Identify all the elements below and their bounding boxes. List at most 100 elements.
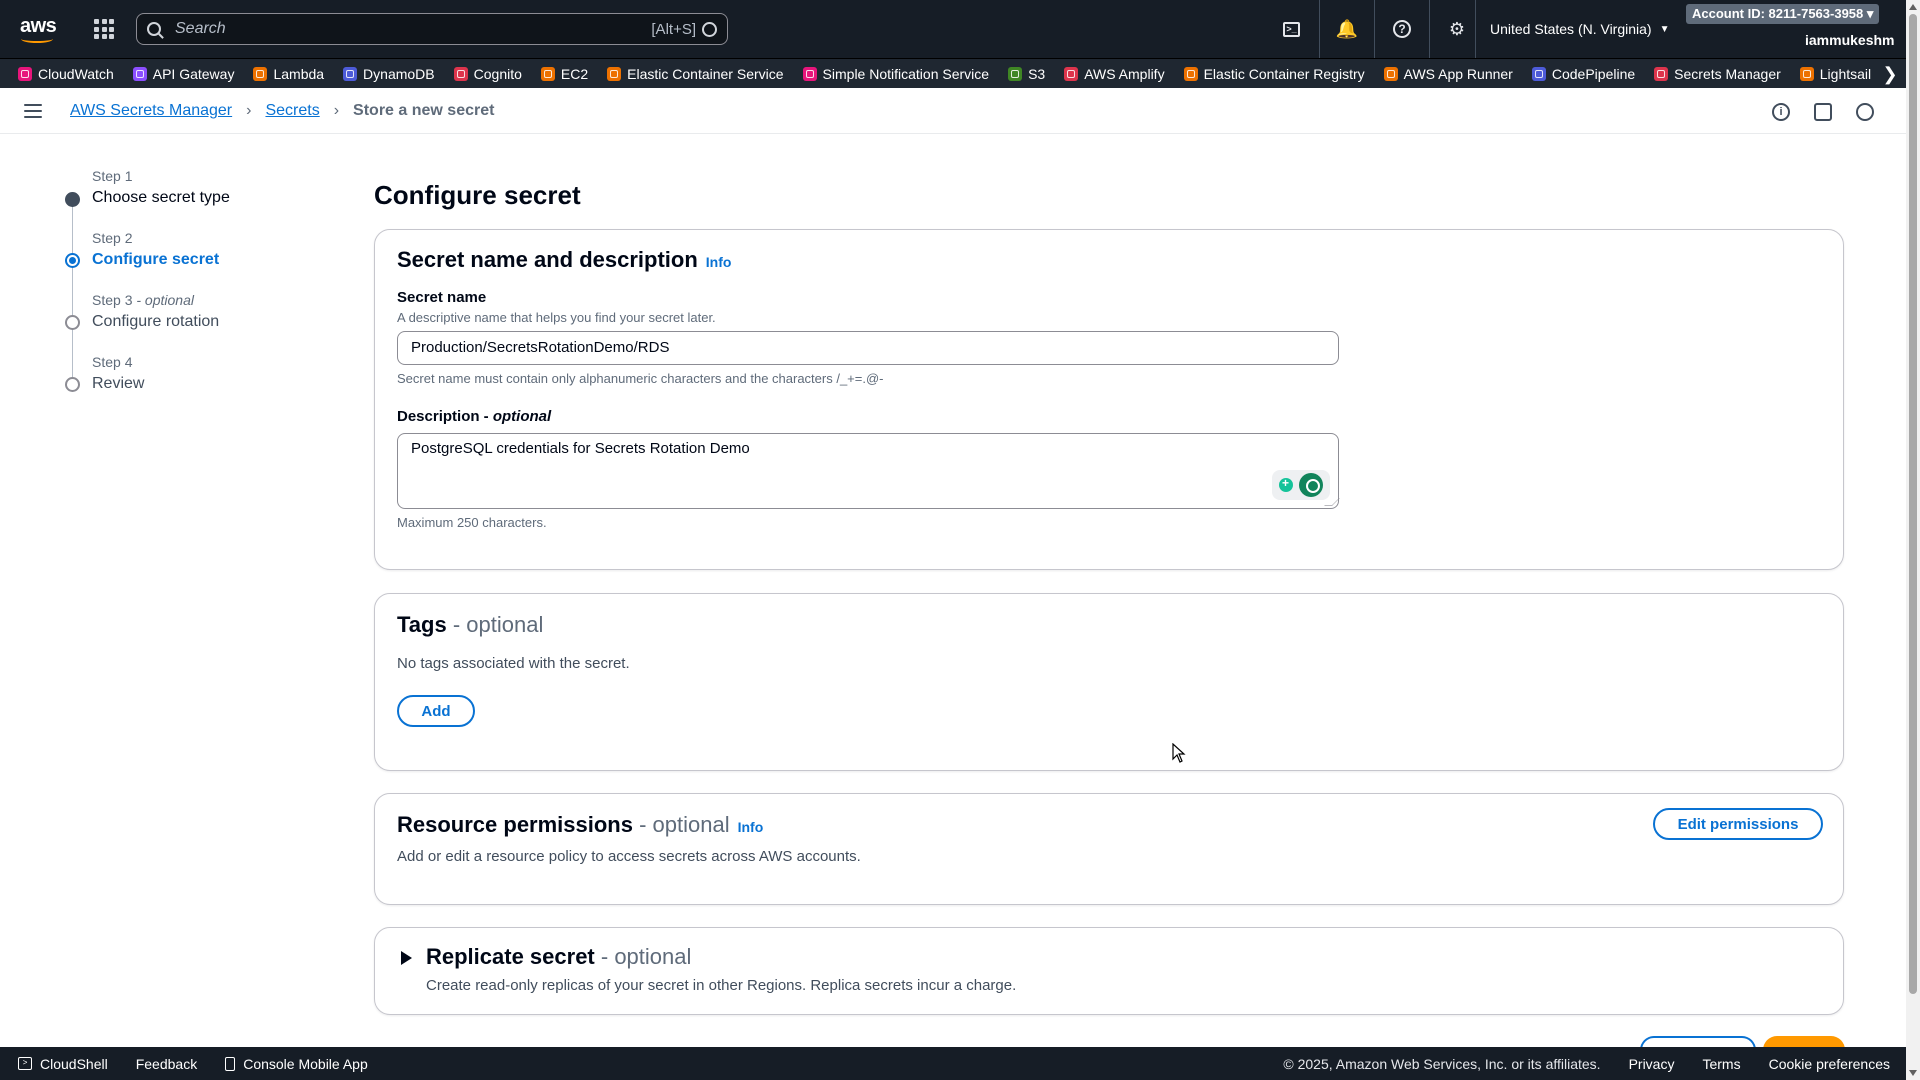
mouse-cursor-icon — [1172, 743, 1186, 763]
favorite-item[interactable]: AWS App Runner — [1383, 65, 1513, 82]
notifications-panel-icon[interactable] — [1814, 102, 1832, 121]
favorite-label: Elastic Container Service — [627, 65, 784, 82]
user-name[interactable]: iammukeshm — [1805, 32, 1894, 48]
step-number: Step 3 — [92, 292, 133, 308]
vertical-scrollbar[interactable] — [1906, 0, 1920, 1080]
cloudshell-link[interactable]: > CloudShell — [18, 1056, 108, 1072]
step-number: Step 4 — [92, 354, 133, 370]
favorite-label: Lightsail — [1819, 65, 1872, 82]
favorite-item[interactable]: AWS Amplify — [1064, 65, 1165, 82]
favorite-item[interactable]: Lambda — [253, 66, 324, 82]
service-icon — [1183, 66, 1198, 81]
favorite-label: Simple Notification Service — [822, 65, 990, 82]
aws-logo[interactable]: aws — [18, 14, 58, 44]
secret-name-hint: A descriptive name that helps you find y… — [397, 310, 716, 325]
region-label: United States (N. Virginia) — [1490, 21, 1652, 37]
add-tag-button[interactable]: Add — [397, 695, 475, 727]
services-grid-icon[interactable] — [94, 19, 114, 39]
description-textarea[interactable]: PostgreSQL credentials for Secrets Rotat… — [397, 433, 1340, 509]
cloudshell-icon: > — [18, 1057, 32, 1070]
replicate-heading[interactable]: Replicate secret - optional — [426, 944, 691, 970]
favorite-item[interactable]: EC2 — [540, 65, 589, 82]
favorite-item[interactable]: S3 — [1008, 66, 1045, 82]
breadcrumb-current: Store a new secret — [353, 102, 495, 119]
grammarly-logo-icon — [1299, 473, 1323, 497]
breadcrumb-secrets-manager[interactable]: AWS Secrets Manager — [70, 102, 232, 120]
breadcrumb-bar: AWS Secrets Manager › Secrets › Store a … — [0, 89, 1906, 134]
scrollbar-thumb[interactable] — [1909, 14, 1917, 994]
edit-permissions-button[interactable]: Edit permissions — [1653, 808, 1823, 840]
step-optional-tag: - optional — [132, 292, 194, 308]
favorite-item[interactable]: Simple Notification Service — [802, 65, 990, 82]
resize-handle-icon[interactable] — [1324, 498, 1340, 506]
search-shortcut-hint: [Alt+S] — [651, 20, 696, 38]
step-label: Review — [92, 375, 145, 392]
step-label: Configure secret — [92, 251, 220, 268]
info-link[interactable]: Info — [738, 819, 764, 835]
chevron-right-icon[interactable]: ❯ — [1874, 59, 1906, 88]
scroll-up-arrow-icon[interactable] — [1909, 4, 1917, 10]
favorite-item[interactable]: Elastic Container Service — [607, 65, 784, 82]
service-icon — [1383, 66, 1398, 81]
page-tools: i — [1748, 89, 1874, 134]
search-scope-icon[interactable] — [702, 21, 717, 37]
tags-panel: Tags - optional No tags associated with … — [374, 593, 1844, 771]
expand-caret-icon[interactable] — [401, 951, 412, 965]
description-optional-tag: optional — [492, 408, 552, 425]
panel-heading: Secret name and description — [397, 247, 698, 272]
favorite-label: AWS Amplify — [1084, 65, 1165, 82]
favorite-item[interactable]: API Gateway — [132, 66, 234, 82]
optional-tag: - optional — [446, 612, 544, 637]
grammarly-widget[interactable] — [1272, 470, 1330, 500]
service-icon — [1799, 66, 1814, 81]
breadcrumb-secrets[interactable]: Secrets — [265, 102, 319, 120]
cloudshell-icon[interactable]: >_ — [1264, 0, 1319, 58]
mobile-app-link[interactable]: Console Mobile App — [225, 1056, 368, 1072]
info-icon[interactable]: i — [1772, 102, 1790, 121]
favorite-item[interactable]: Secrets Manager — [1654, 66, 1781, 82]
secret-name-label: Secret name — [397, 289, 487, 306]
region-selector[interactable]: United States (N. Virginia) ▼ — [1475, 0, 1670, 58]
favorite-item[interactable]: Elastic Container Registry — [1183, 66, 1365, 82]
step-number: Step 2 — [92, 230, 133, 246]
service-icon — [253, 66, 268, 81]
favorite-label: Cognito — [473, 65, 522, 82]
secret-name-constraint: Secret name must contain only alphanumer… — [397, 371, 884, 386]
search-icon — [147, 22, 161, 36]
secret-name-panel: Secret name and description Info Secret n… — [374, 229, 1844, 570]
step-active-icon — [65, 253, 80, 268]
favorite-item[interactable]: CodePipeline — [1531, 66, 1635, 82]
step-done-icon — [65, 192, 80, 207]
terms-link[interactable]: Terms — [1702, 1056, 1740, 1072]
help-icon[interactable]: ? — [1374, 0, 1429, 58]
service-icon — [453, 66, 468, 81]
copyright-text: © 2025, Amazon Web Services, Inc. or its… — [1283, 1055, 1601, 1072]
favorite-label: Lambda — [273, 65, 325, 82]
chevron-down-icon: ▼ — [1659, 23, 1670, 35]
favorite-item[interactable]: Cognito — [453, 65, 522, 82]
cookie-preferences-link[interactable]: Cookie preferences — [1769, 1056, 1890, 1072]
step-label[interactable]: Choose secret type — [92, 189, 230, 207]
secret-name-input[interactable]: Production/SecretsRotationDemo/RDS — [397, 331, 1339, 365]
scroll-down-arrow-icon[interactable] — [1909, 1070, 1917, 1076]
favorite-label: AWS App Runner — [1403, 65, 1513, 82]
account-menu[interactable]: Account ID: 8211-7563-3958 ▾ — [1686, 4, 1880, 24]
favorite-item[interactable]: Lightsail — [1799, 65, 1872, 82]
info-link[interactable]: Info — [706, 254, 732, 270]
step-number: Step 1 — [92, 168, 133, 184]
grammarly-plus-icon — [1279, 476, 1293, 492]
steps-connector-line — [72, 202, 73, 386]
search-input[interactable]: Search [Alt+S] — [136, 13, 728, 45]
step-pending-icon — [65, 377, 80, 392]
favorite-item[interactable]: DynamoDB — [343, 66, 435, 82]
bell-icon[interactable]: 🔔 — [1319, 0, 1374, 58]
favorite-label: S3 — [1028, 65, 1046, 82]
favorite-item[interactable]: CloudWatch — [18, 66, 114, 82]
console-footer: > CloudShell Feedback Console Mobile App … — [0, 1047, 1906, 1080]
settings-icon[interactable] — [1856, 102, 1874, 121]
favorite-label: EC2 — [560, 65, 589, 82]
aws-logo-smile — [21, 35, 53, 43]
menu-icon[interactable] — [24, 104, 42, 118]
feedback-link[interactable]: Feedback — [136, 1056, 197, 1072]
privacy-link[interactable]: Privacy — [1629, 1056, 1675, 1072]
